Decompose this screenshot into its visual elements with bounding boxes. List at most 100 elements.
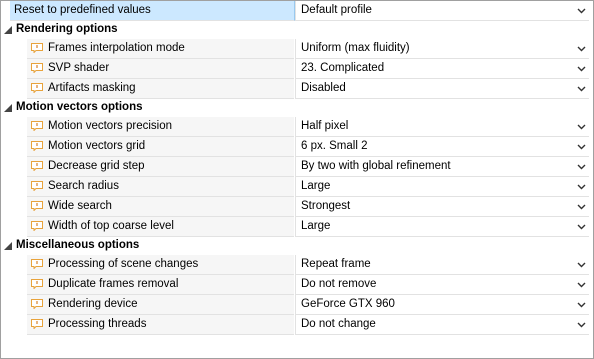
chevron-down-icon[interactable] (577, 142, 586, 151)
property-name: Decrease grid step (48, 160, 145, 172)
property-value-dropdown[interactable]: By two with global refinement (296, 157, 589, 177)
property-name: Motion vectors grid (48, 140, 146, 152)
property-row[interactable]: Search radius Large (1, 177, 593, 197)
collapse-triangle-icon[interactable] (4, 242, 12, 250)
comment-icon (31, 201, 43, 211)
chevron-down-icon[interactable] (577, 122, 586, 131)
property-row[interactable]: Processing threads Do not change (1, 315, 593, 335)
property-value-dropdown[interactable]: Strongest (296, 197, 589, 217)
property-value: Repeat frame (301, 258, 371, 270)
property-name: Width of top coarse level (48, 220, 174, 232)
property-row[interactable]: Rendering device GeForce GTX 960 (1, 295, 593, 315)
property-name-cell[interactable]: Motion vectors grid (27, 137, 294, 157)
chevron-down-icon[interactable] (577, 222, 586, 231)
property-name: SVP shader (48, 62, 110, 74)
property-value: 23. Complicated (301, 62, 385, 74)
property-name: Artifacts masking (48, 82, 136, 94)
chevron-down-icon[interactable] (577, 300, 586, 309)
property-value: GeForce GTX 960 (301, 298, 395, 310)
property-row[interactable]: Width of top coarse level Large (1, 217, 593, 237)
property-value: Uniform (max fluidity) (301, 42, 410, 54)
chevron-down-icon[interactable] (577, 182, 586, 191)
property-name-cell[interactable]: Artifacts masking (27, 79, 294, 99)
property-value: Disabled (301, 82, 346, 94)
chevron-down-icon[interactable] (577, 320, 586, 329)
property-name-cell[interactable]: Duplicate frames removal (27, 275, 294, 295)
property-value: Half pixel (301, 120, 349, 132)
property-name: Wide search (48, 200, 112, 212)
property-value-dropdown[interactable]: Large (296, 177, 589, 197)
property-name-cell[interactable]: Search radius (27, 177, 294, 197)
property-grid-frame: Reset to predefined values Default profi… (0, 0, 594, 359)
property-name-cell[interactable]: SVP shader (27, 59, 294, 79)
property-value-dropdown[interactable]: Do not change (296, 315, 589, 335)
property-row[interactable]: Frames interpolation mode Uniform (max fl… (1, 39, 593, 59)
property-name-cell[interactable]: Width of top coarse level (27, 217, 294, 237)
property-value: Do not change (301, 318, 376, 330)
property-row[interactable]: Duplicate frames removal Do not remove (1, 275, 593, 295)
property-value-dropdown[interactable]: Disabled (296, 79, 589, 99)
comment-icon (31, 319, 43, 329)
comment-icon (31, 259, 43, 269)
category-header[interactable]: Rendering options (1, 21, 593, 39)
property-value: 6 px. Small 2 (301, 140, 368, 152)
property-name-cell[interactable]: Motion vectors precision (27, 117, 294, 137)
comment-icon (31, 141, 43, 151)
comment-icon (31, 63, 43, 73)
reset-value-dropdown[interactable]: Default profile (296, 1, 589, 21)
property-row[interactable]: Motion vectors precision Half pixel (1, 117, 593, 137)
property-grid: Reset to predefined values Default profi… (1, 1, 593, 335)
comment-icon (31, 43, 43, 53)
property-value-dropdown[interactable]: 6 px. Small 2 (296, 137, 589, 157)
property-row[interactable]: Decrease grid step By two with global ref… (1, 157, 593, 177)
chevron-down-icon[interactable] (577, 64, 586, 73)
property-row[interactable]: Motion vectors grid 6 px. Small 2 (1, 137, 593, 157)
comment-icon (31, 279, 43, 289)
property-name-cell[interactable]: Wide search (27, 197, 294, 217)
property-row[interactable]: Artifacts masking Disabled (1, 79, 593, 99)
comment-icon (31, 121, 43, 131)
category-header[interactable]: Miscellaneous options (1, 237, 593, 255)
property-name: Processing threads (48, 318, 147, 330)
property-value-dropdown[interactable]: Uniform (max fluidity) (296, 39, 589, 59)
property-name-cell[interactable]: Processing threads (27, 315, 294, 335)
collapse-triangle-icon[interactable] (4, 104, 12, 112)
reset-name-cell[interactable]: Reset to predefined values (10, 1, 295, 21)
chevron-down-icon[interactable] (577, 162, 586, 171)
comment-icon (31, 83, 43, 93)
property-row[interactable]: Processing of scene changes Repeat frame (1, 255, 593, 275)
property-value-dropdown[interactable]: Do not remove (296, 275, 589, 295)
property-row[interactable]: SVP shader 23. Complicated (1, 59, 593, 79)
category-title: Rendering options (16, 23, 118, 35)
property-value: Do not remove (301, 278, 377, 290)
property-value-dropdown[interactable]: Repeat frame (296, 255, 589, 275)
property-value-dropdown[interactable]: Half pixel (296, 117, 589, 137)
property-value: Large (301, 220, 331, 232)
property-name: Search radius (48, 180, 119, 192)
property-name: Rendering device (48, 298, 138, 310)
comment-icon (31, 181, 43, 191)
property-name-cell[interactable]: Decrease grid step (27, 157, 294, 177)
chevron-down-icon[interactable] (577, 6, 586, 15)
chevron-down-icon[interactable] (577, 202, 586, 211)
property-value-dropdown[interactable]: 23. Complicated (296, 59, 589, 79)
category-header[interactable]: Motion vectors options (1, 99, 593, 117)
property-name: Motion vectors precision (48, 120, 172, 132)
property-name-cell[interactable]: Rendering device (27, 295, 294, 315)
chevron-down-icon[interactable] (577, 280, 586, 289)
property-name-cell[interactable]: Frames interpolation mode (27, 39, 294, 59)
property-value-dropdown[interactable]: Large (296, 217, 589, 237)
category-title: Miscellaneous options (16, 239, 140, 251)
property-value: Large (301, 180, 331, 192)
chevron-down-icon[interactable] (577, 84, 586, 93)
chevron-down-icon[interactable] (577, 44, 586, 53)
reset-row[interactable]: Reset to predefined values Default profi… (1, 1, 593, 21)
property-value: Strongest (301, 200, 351, 212)
property-value: By two with global refinement (301, 160, 451, 172)
collapse-triangle-icon[interactable] (4, 26, 12, 34)
property-row[interactable]: Wide search Strongest (1, 197, 593, 217)
property-name-cell[interactable]: Processing of scene changes (27, 255, 294, 275)
property-value-dropdown[interactable]: GeForce GTX 960 (296, 295, 589, 315)
chevron-down-icon[interactable] (577, 260, 586, 269)
reset-label: Reset to predefined values (14, 4, 151, 16)
